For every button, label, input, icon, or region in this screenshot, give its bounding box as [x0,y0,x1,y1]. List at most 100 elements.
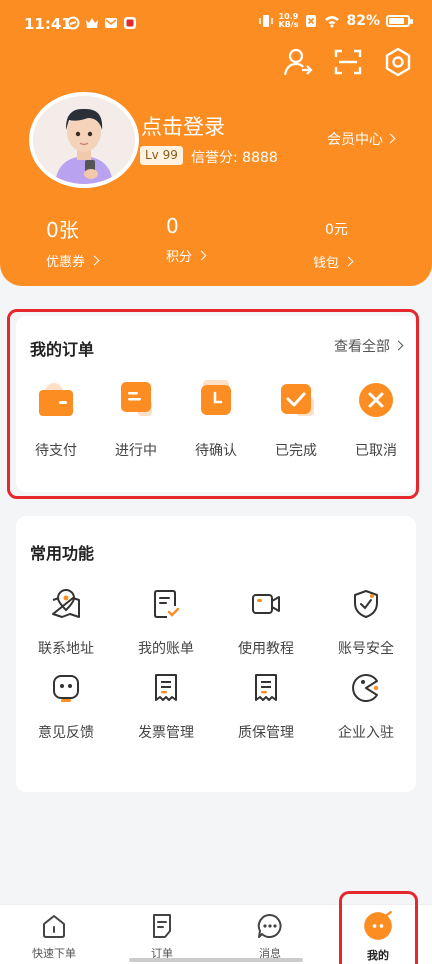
orders-title: 我的订单 [30,340,95,359]
function-my-bill[interactable]: 我的账单 [116,588,216,658]
order-status-completed[interactable]: 已完成 [261,380,331,460]
view-all-label: 查看全部 [334,339,390,355]
stat-value: 0元 [325,222,348,238]
check-icon [281,384,314,416]
vibrate-icon [258,15,273,27]
function-label: 联系地址 [38,641,94,657]
function-label: 我的账单 [138,641,194,657]
function-account-security[interactable]: 账号安全 [316,588,416,658]
warranty-icon [255,674,277,701]
status-right-icons: 10.9 KB/s 82% [258,13,413,29]
crown-icon [86,18,98,28]
map-pin-icon [52,589,80,618]
bottom-navigation: 快速下单 订单 消息 我的 [0,904,432,964]
wallet-icon [39,383,73,416]
video-icon [252,594,280,614]
network-speed: 10.9 KB/s [279,13,299,29]
stat-label-row: 钱包 [313,252,373,271]
stat-points[interactable]: 0 积分 [166,214,226,265]
chevron-right-icon [89,255,100,265]
functions-card: 常用功能 联系地址 我的账单 使用教程 账号安全 意见反馈 发票管理 质保管理 [16,516,416,792]
orders-card: 我的订单 查看全部 待支付 进行中 待确认 已完成 已取消 [16,316,416,492]
battery-percent: 82% [346,13,380,29]
nav-messages[interactable]: 消息 [216,905,324,964]
order-status-label: 待确认 [195,443,237,459]
app-notification-icon [66,16,80,30]
battery-icon [386,15,413,27]
credit-score: 信誉分: 8888 [191,150,278,166]
function-contact-address[interactable]: 联系地址 [16,588,116,658]
app-badge-icon [124,17,136,29]
settings-icon[interactable] [382,46,414,78]
invoice-icon [155,674,177,701]
member-center-link[interactable]: 会员中心 [327,129,396,149]
chevron-right-icon [385,133,396,144]
view-all-orders-link[interactable]: 查看全部 [334,336,404,356]
document-icon [121,382,152,416]
function-warranty[interactable]: 质保管理 [216,672,316,742]
stat-label-row: 优惠券 [46,251,106,270]
home-indicator [129,958,303,962]
function-invoice[interactable]: 发票管理 [116,672,216,742]
nav-label: 快速下单 [32,947,76,960]
nav-orders[interactable]: 订单 [108,905,216,964]
function-tutorial[interactable]: 使用教程 [216,588,316,658]
stat-label-row: 积分 [166,246,226,265]
member-center-label: 会员中心 [327,132,383,148]
stat-coupons[interactable]: 0张 优惠券 [46,214,106,270]
chevron-right-icon [196,250,207,260]
login-link[interactable]: 点击登录 [141,111,225,141]
speed-unit: KB/s [278,20,299,29]
stat-label: 优惠券 [46,255,86,270]
stat-label: 钱包 [313,256,340,271]
scan-icon[interactable] [332,46,364,78]
home-icon [43,915,65,938]
wifi-icon [325,16,340,28]
status-bar: 11:41 10.9 KB/s 82% [0,0,432,50]
no-sim-icon [306,15,317,27]
profile-header: 11:41 10.9 KB/s 82% 点击登录 Lv 99 信誉分: 8888… [0,0,432,286]
function-enterprise-join[interactable]: 企业入驻 [316,672,416,742]
order-status-cancelled[interactable]: 已取消 [341,380,411,460]
function-label: 企业入驻 [338,725,394,741]
order-status-pending-payment[interactable]: 待支付 [21,380,91,460]
battery-level [389,18,404,24]
level-badge: Lv 99 [140,146,183,165]
function-label: 发票管理 [138,725,194,741]
order-status-in-progress[interactable]: 进行中 [101,380,171,460]
bill-icon [154,590,180,618]
stat-value: 0 [166,214,179,238]
order-status-label: 已完成 [275,443,317,459]
avatar[interactable] [29,92,139,188]
header-actions [282,46,414,78]
nav-profile[interactable]: 我的 [324,905,432,964]
status-notification-icons [66,16,137,30]
function-label: 使用教程 [238,641,294,657]
feedback-icon [53,675,79,702]
order-status-to-confirm[interactable]: 待确认 [181,380,251,460]
chevron-right-icon [343,256,354,266]
message-icon [257,913,282,938]
profile-icon [364,911,392,940]
functions-grid: 联系地址 我的账单 使用教程 账号安全 意见反馈 发票管理 质保管理 企业入驻 [16,588,416,742]
clock-icon [201,380,231,415]
function-label: 意见反馈 [38,725,94,741]
chevron-right-icon [393,340,404,351]
functions-title: 常用功能 [30,544,95,563]
nav-quick-order[interactable]: 快速下单 [0,905,108,964]
function-label: 账号安全 [338,641,394,657]
order-status-label: 已取消 [355,443,397,459]
order-status-label: 待支付 [35,443,77,459]
function-feedback[interactable]: 意见反馈 [16,672,116,742]
mail-icon [105,18,117,28]
shield-icon [354,590,378,618]
stat-label: 积分 [166,250,193,265]
user-switch-icon[interactable] [282,46,314,78]
function-label: 质保管理 [238,725,294,741]
cancel-icon [359,383,393,417]
stat-value: 0张 [46,218,79,242]
avatar-illustration [33,96,135,184]
stat-wallet[interactable]: 0元 钱包 [313,219,373,271]
nav-label: 我的 [367,949,389,962]
order-status-label: 进行中 [115,443,157,459]
